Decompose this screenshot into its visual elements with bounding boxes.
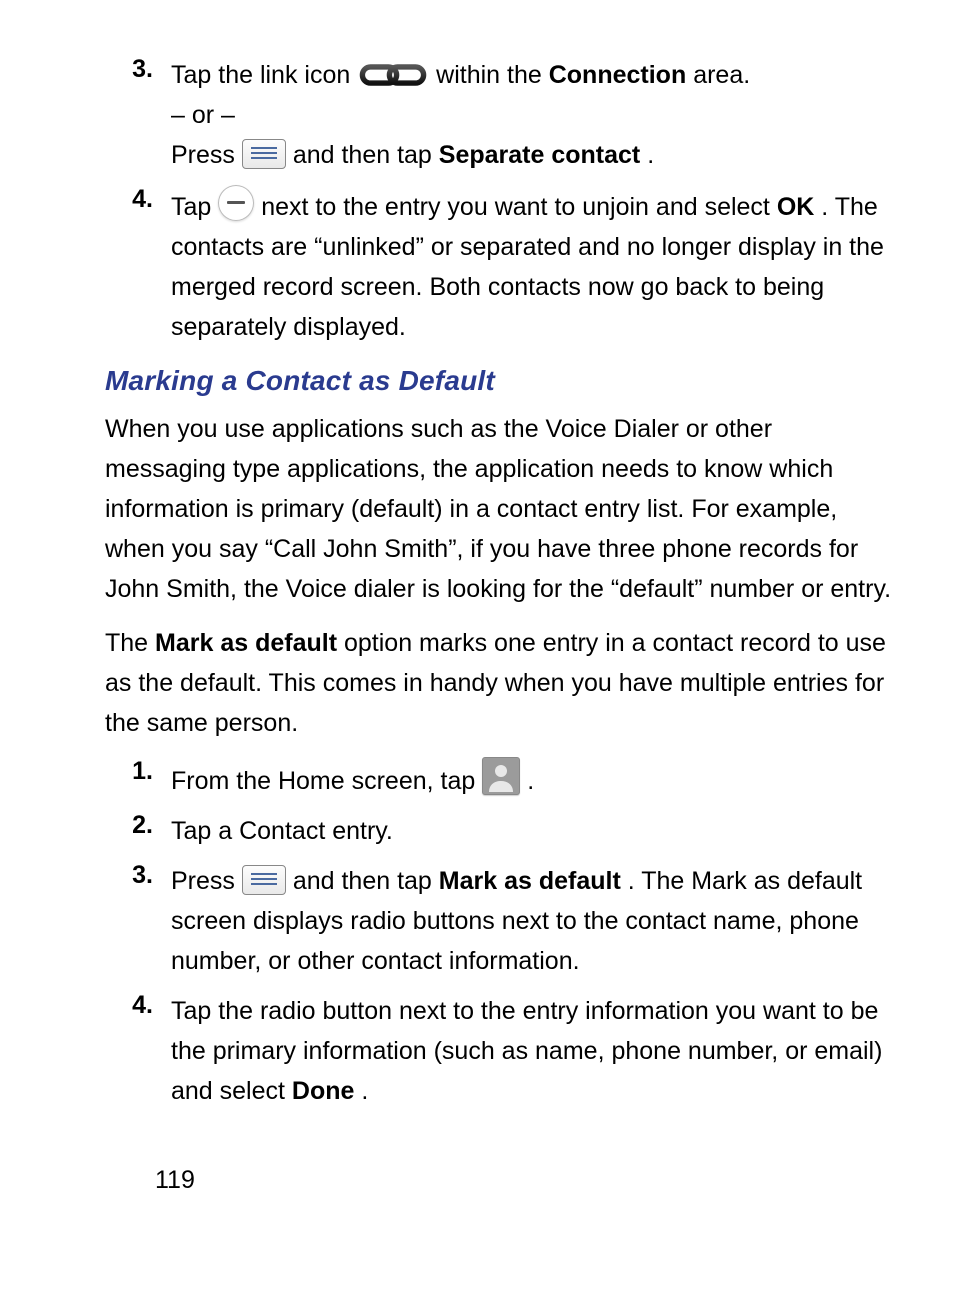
manual-page: 3. Tap the link icon	[0, 0, 954, 1295]
page-number: 119	[155, 1166, 195, 1195]
text: next to the entry you want to unjoin and…	[261, 193, 777, 221]
text: Tap a Contact entry.	[171, 817, 393, 845]
contacts-icon	[482, 757, 520, 795]
step-number: 2.	[105, 811, 171, 851]
mark-default-steps-list: 1. From the Home screen, tap . 2. Tap a …	[105, 757, 894, 1111]
minus-icon	[218, 185, 254, 221]
menu-icon	[242, 865, 286, 895]
step-body: Tap the radio button next to the entry i…	[171, 991, 894, 1111]
step-number: 4.	[105, 185, 171, 347]
paragraph: When you use applications such as the Vo…	[105, 409, 894, 609]
text: .	[527, 767, 534, 795]
step-number: 3.	[105, 861, 171, 981]
unjoin-steps-list: 3. Tap the link icon	[105, 55, 894, 347]
bold-text: Separate contact	[439, 141, 640, 169]
step-number: 4.	[105, 991, 171, 1111]
step-number: 1.	[105, 757, 171, 801]
text: area.	[693, 61, 750, 89]
paragraph: The Mark as default option marks one ent…	[105, 623, 894, 743]
bold-text: Mark as default	[155, 629, 337, 657]
step-body: From the Home screen, tap .	[171, 757, 894, 801]
text: Tap the link icon	[171, 61, 357, 89]
step-2: 2. Tap a Contact entry.	[105, 811, 894, 851]
bold-text: OK	[777, 193, 815, 221]
bold-text: Connection	[549, 61, 687, 89]
step-1: 1. From the Home screen, tap .	[105, 757, 894, 801]
step-body: Tap a Contact entry.	[171, 811, 894, 851]
text: The	[105, 629, 155, 657]
text: and then tap	[293, 867, 439, 895]
step-number: 3.	[105, 55, 171, 175]
text: Press	[171, 141, 242, 169]
text: From the Home screen, tap	[171, 767, 482, 795]
text: .	[647, 141, 654, 169]
text: .	[361, 1077, 368, 1105]
text: Tap the radio button next to the entry i…	[171, 997, 882, 1105]
step-body: Press and then tap Mark as default . The…	[171, 861, 894, 981]
or-line: – or –	[171, 101, 235, 129]
text: Tap	[171, 193, 218, 221]
step-3: 3. Tap the link icon	[105, 55, 894, 175]
bold-text: Done	[292, 1077, 355, 1105]
step-body: Tap next to the entry you want to unjoin…	[171, 185, 894, 347]
link-icon	[357, 61, 429, 89]
text: and then tap	[293, 141, 439, 169]
step-4b: 4. Tap the radio button next to the entr…	[105, 991, 894, 1111]
step-3b: 3. Press and then tap Mark as default . …	[105, 861, 894, 981]
step-body: Tap the link icon within the	[171, 55, 894, 175]
text: within the	[436, 61, 549, 89]
text: Press	[171, 867, 242, 895]
section-heading: Marking a Contact as Default	[105, 365, 894, 397]
menu-icon	[242, 139, 286, 169]
step-4: 4. Tap next to the entry you want to unj…	[105, 185, 894, 347]
bold-text: Mark as default	[439, 867, 621, 895]
